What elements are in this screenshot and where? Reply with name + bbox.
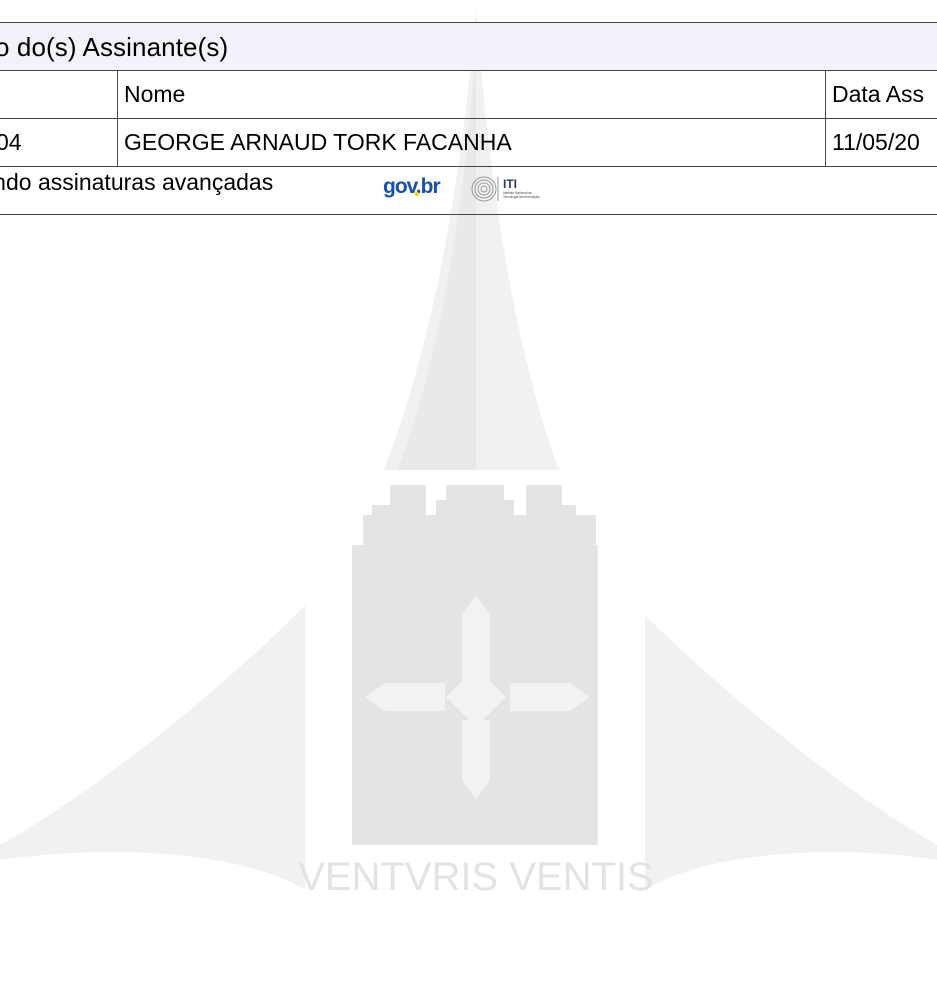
fingerprint-icon [471,176,497,202]
signer-id-cell: 04 [0,119,117,166]
column-header-1 [0,71,117,118]
column-header-date: Data Ass [825,71,937,118]
battlements [363,485,596,547]
section-header: o do(s) Assinante(s) [0,22,937,71]
table-row: 04 GEORGE ARNAUD TORK FACANHA 11/05/20 [0,119,937,167]
table-header-row: Nome Data Ass [0,71,937,119]
watermark-motto: VENTVRIS VENTIS [298,855,654,899]
document-page: VENTVRIS VENTIS o do(s) Assinante(s) Nom… [0,0,937,1000]
iti-logo-subtext-2: Tecnologia da Informação [503,195,540,199]
govbr-logo-text: gov.br [383,175,440,198]
signer-id: 04 [0,129,22,155]
signers-table: o do(s) Assinante(s) Nome Data Ass 04 GE… [0,22,937,215]
signer-name-cell: GEORGE ARNAUD TORK FACANHA [117,119,825,166]
iti-logo-text: ITI [503,177,517,191]
iti-logo: ITI Instituto Nacional de Tecnologia da … [471,176,540,202]
govbr-logo: gov.br [383,175,441,198]
signer-date-cell: 11/05/20 [825,119,937,166]
footer-text: tando assinaturas avançadas [0,169,274,195]
footer-row: tando assinaturas avançadas gov.br ITI I… [0,167,937,215]
logos: gov.br ITI Instituto Nacional de Tecnolo… [383,175,540,202]
column-header-name: Nome [117,71,825,118]
section-title: o do(s) Assinante(s) [0,32,229,62]
